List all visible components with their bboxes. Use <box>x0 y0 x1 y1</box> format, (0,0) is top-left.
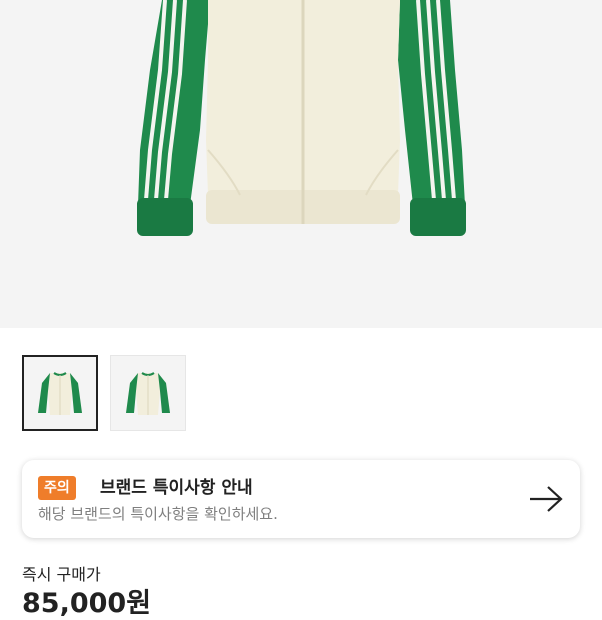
notice-title: 브랜드 특이사항 안내 <box>100 478 253 498</box>
track-jacket-thumbnail-image <box>38 372 82 415</box>
notice-badge: 주의 <box>38 476 76 500</box>
brand-notice-card[interactable]: 주의 브랜드 특이사항 안내 해당 브랜드의 특이사항을 확인하세요. <box>22 460 580 538</box>
notice-description: 해당 브랜드의 특이사항을 확인하세요. <box>38 505 278 523</box>
product-main-image[interactable] <box>0 0 602 328</box>
track-jacket-thumbnail-image <box>126 372 170 415</box>
arrow-right-icon[interactable] <box>528 485 564 513</box>
thumbnail-strip <box>22 355 186 431</box>
thumbnail-2[interactable] <box>110 355 186 431</box>
track-jacket-illustration <box>137 0 466 236</box>
thumbnail-1[interactable] <box>22 355 98 431</box>
instant-buy-price-label: 즉시 구매가 <box>22 565 101 584</box>
instant-buy-price: 85,000원 <box>22 588 152 619</box>
